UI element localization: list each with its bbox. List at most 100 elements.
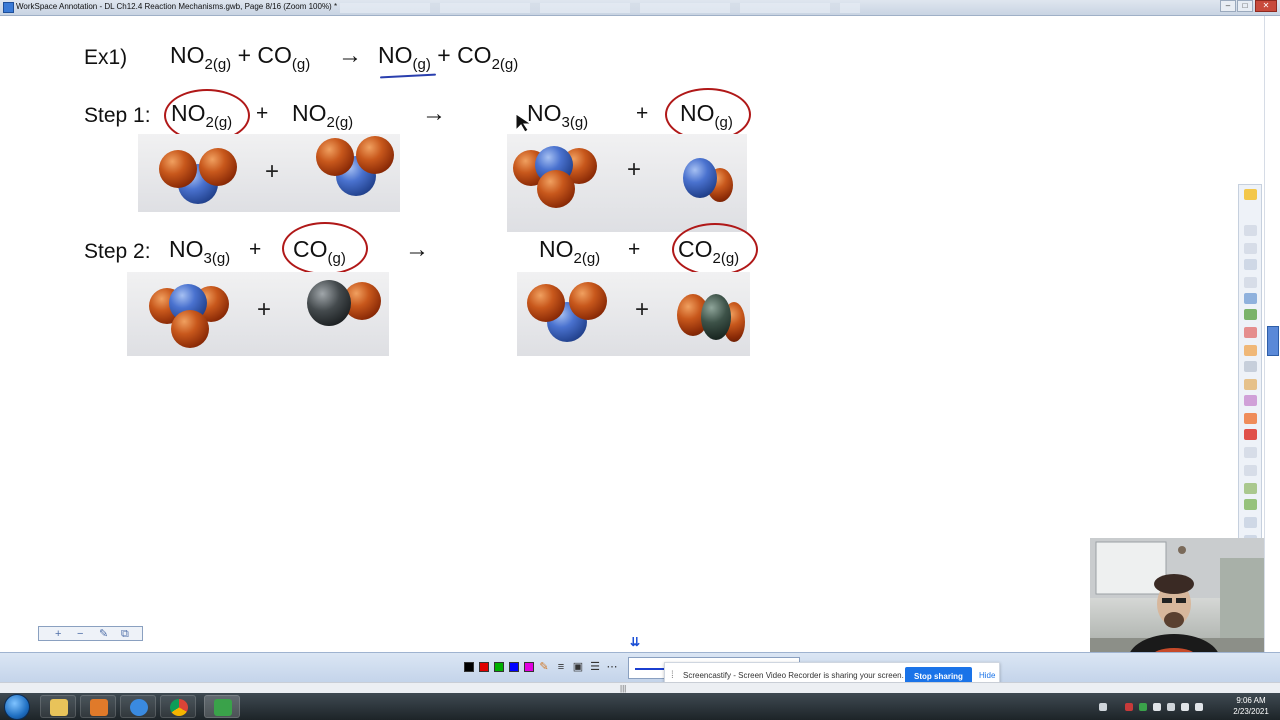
select-tool-icon[interactable] <box>1244 225 1257 236</box>
webcam-overlay <box>1090 538 1264 669</box>
line-width-icon[interactable]: ≡ <box>555 661 567 673</box>
taskbar-workspace[interactable] <box>204 695 240 718</box>
copy-tool-icon[interactable] <box>1244 465 1257 476</box>
page-tool-icon[interactable] <box>1244 447 1257 458</box>
hide-button[interactable]: Hide <box>979 671 995 680</box>
ex1-reactant-1-sub: 2(g) <box>204 56 232 73</box>
step1-product-1-sub: 3(g) <box>561 114 589 131</box>
step2-products-model-image: + <box>517 272 750 356</box>
line-style-icon[interactable]: ☰ <box>589 661 601 673</box>
zoom-tool-icon[interactable] <box>1244 293 1257 304</box>
taskbar-clock[interactable]: 9:06 AM 2/23/2021 <box>1226 695 1276 717</box>
taskbar-explorer[interactable] <box>40 695 76 718</box>
ex1-reactant-2: CO <box>257 42 292 68</box>
nitrogen-atom <box>683 158 717 198</box>
delete-tool-icon[interactable] <box>1244 429 1257 440</box>
step1-plus-1: + <box>256 102 269 125</box>
ex1-plus-1: + <box>237 42 252 68</box>
next-page-icon[interactable] <box>1244 499 1257 510</box>
edit-page-button[interactable]: ✎ <box>99 627 108 641</box>
right-edge-panel <box>1264 16 1280 654</box>
pen-tool-icon[interactable] <box>1244 309 1257 320</box>
color-red-swatch[interactable] <box>479 662 489 672</box>
tray-icon[interactable] <box>1153 703 1161 711</box>
media-player-icon <box>90 699 108 716</box>
internet-explorer-icon <box>130 699 148 716</box>
window-titlebar: WorkSpace Annotation - DL Ch12.4 Reactio… <box>0 0 1280 16</box>
speaker-icon[interactable] <box>1195 703 1203 711</box>
tray-icon[interactable] <box>1125 703 1133 711</box>
side-panel-toggle-tab[interactable] <box>1267 326 1279 356</box>
color-magenta-swatch[interactable] <box>524 662 534 672</box>
step1-reactants-model-plus: + <box>265 158 280 185</box>
whiteboard-canvas[interactable]: Ex1) NO2(g) + CO(g) → NO(g) + CO2(g) Ste… <box>0 16 1238 654</box>
taskbar-media-player[interactable] <box>80 695 116 718</box>
clock-date: 2/23/2021 <box>1233 707 1269 716</box>
step2-reactant-1: NO3(g) <box>169 236 230 267</box>
step2-reactant-1-formula: NO <box>169 236 204 262</box>
taskbar-internet-explorer[interactable] <box>120 695 156 718</box>
grid-tool-icon[interactable] <box>1244 517 1257 528</box>
horizontal-scrollbar[interactable]: ||| <box>0 682 1280 693</box>
workspace-app-icon <box>3 2 14 13</box>
step1-reactant-2-formula: NO <box>292 100 327 126</box>
step2-reactant-1-sub: 3(g) <box>203 250 231 267</box>
text-tool-icon[interactable] <box>1244 413 1257 424</box>
ex1-product-1: NO <box>378 42 413 68</box>
hand-tool-icon[interactable] <box>1244 243 1257 254</box>
step1-arrow: → <box>422 100 446 127</box>
expand-toolbar-icon[interactable]: ⇊ <box>627 634 643 650</box>
palette-icon[interactable]: ✎ <box>538 661 550 673</box>
tray-icon[interactable] <box>1099 703 1107 711</box>
windows-taskbar: 9:06 AM 2/23/2021 <box>0 693 1280 720</box>
tray-icon[interactable] <box>1139 703 1147 711</box>
window-title: WorkSpace Annotation - DL Ch12.4 Reactio… <box>16 2 338 11</box>
step1-reactants-model-image: + <box>138 134 400 212</box>
highlighter-tool-icon[interactable] <box>1244 327 1257 338</box>
power-icon[interactable] <box>1181 703 1189 711</box>
drag-handle-icon[interactable]: ⁞ <box>671 670 674 681</box>
ex1-plus-2: + <box>437 42 451 68</box>
taskbar-chrome[interactable] <box>160 695 196 718</box>
screen-tool-icon[interactable] <box>1244 259 1257 270</box>
close-button[interactable]: ✕ <box>1255 0 1277 12</box>
pointer-tool-icon[interactable] <box>1244 189 1257 200</box>
fill-tool-icon[interactable] <box>1244 395 1257 406</box>
chrome-icon <box>170 699 188 716</box>
mouse-cursor-icon <box>515 113 533 133</box>
eraser-tool-icon[interactable] <box>1244 345 1257 356</box>
folder-icon <box>50 699 68 716</box>
zoom-in-button[interactable]: + <box>55 627 61 641</box>
zoom-out-button[interactable]: − <box>77 627 83 641</box>
line-tool-icon[interactable] <box>1244 361 1257 372</box>
color-green-swatch[interactable] <box>494 662 504 672</box>
ex1-arrow: → <box>338 42 362 69</box>
previous-page-icon[interactable] <box>1244 483 1257 494</box>
ex1-product-1-sub: (g) <box>412 56 431 73</box>
shape-tool-icon[interactable] <box>1244 379 1257 390</box>
pen-style-icon[interactable]: ▣ <box>572 661 584 673</box>
network-icon[interactable] <box>1167 703 1175 711</box>
step2-label: Step 2: <box>84 240 151 263</box>
step2-plus-1: + <box>249 238 262 261</box>
clock-time: 9:06 AM <box>1236 696 1266 705</box>
oxygen-atom <box>159 150 197 188</box>
webcam-video-frame <box>1090 538 1264 669</box>
color-black-swatch[interactable] <box>464 662 474 672</box>
minimize-button[interactable]: – <box>1220 0 1236 12</box>
color-blue-swatch[interactable] <box>509 662 519 672</box>
ex1-products: NO(g) + CO2(g) <box>378 42 518 73</box>
step1-products-model-image: + <box>507 134 747 232</box>
fit-page-button[interactable]: ⧉ <box>121 627 129 641</box>
step2-arrow: → <box>405 236 429 263</box>
step1-label: Step 1: <box>84 104 151 127</box>
arrow-tool-icon[interactable] <box>1244 277 1257 288</box>
start-button[interactable] <box>4 694 30 720</box>
step2-reactants-model-plus: + <box>257 296 272 323</box>
oxygen-atom <box>569 282 607 320</box>
oxygen-atom <box>356 136 394 174</box>
dash-style-icon[interactable]: ⋯ <box>606 661 618 673</box>
ex1-no-underline <box>379 73 437 79</box>
step2-product-2-circle <box>672 223 758 276</box>
maximize-button[interactable]: □ <box>1237 0 1253 12</box>
